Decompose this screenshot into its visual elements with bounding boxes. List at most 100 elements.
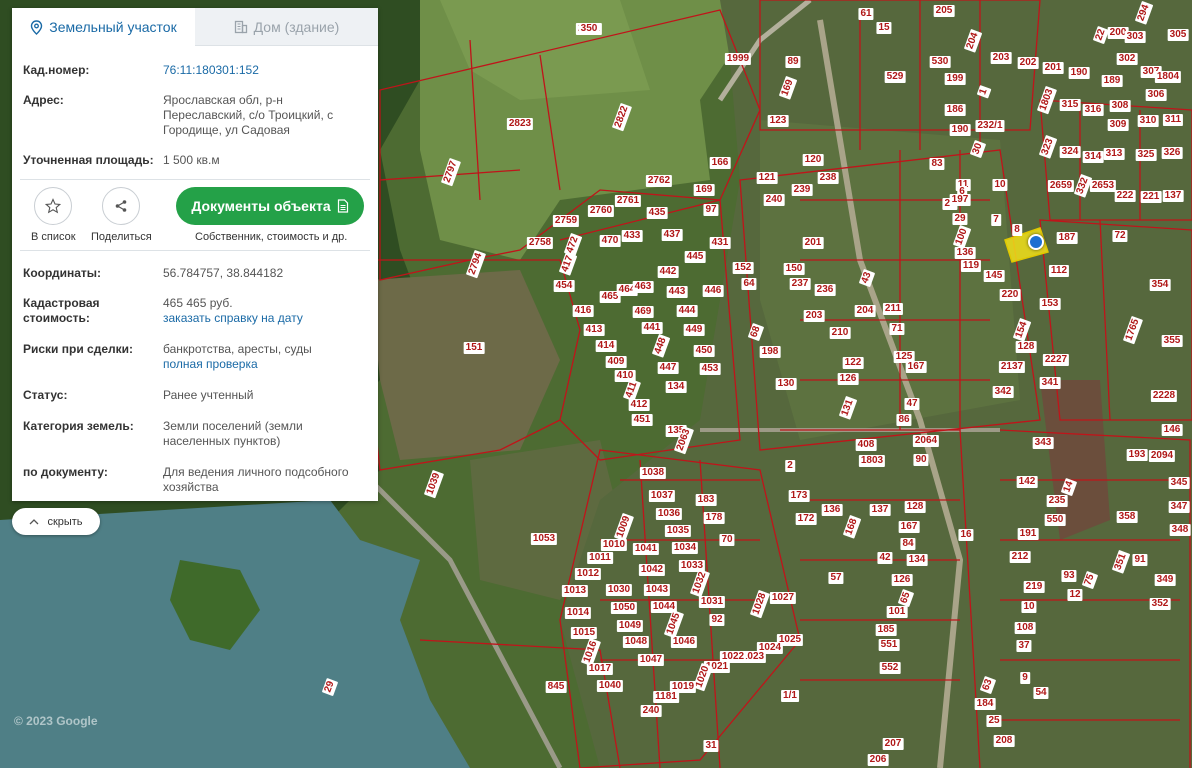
parcel-number-label[interactable]: 1041 <box>632 543 660 555</box>
parcel-number-label[interactable]: 130 <box>775 378 797 390</box>
parcel-number-label[interactable]: 433 <box>621 230 643 242</box>
parcel-number-label[interactable]: 445 <box>684 251 706 263</box>
parcel-number-label[interactable]: 47 <box>904 398 920 410</box>
parcel-number-label[interactable]: 303 <box>1124 31 1146 43</box>
parcel-number-label[interactable]: 173 <box>788 490 810 502</box>
parcel-number-label[interactable]: 350 <box>578 23 600 35</box>
parcel-number-label[interactable]: 1803 <box>858 455 886 467</box>
parcel-number-label[interactable]: 207 <box>882 738 904 750</box>
object-documents-button[interactable]: Документы объекта <box>176 187 364 225</box>
parcel-number-label[interactable]: 447 <box>657 362 679 374</box>
parcel-number-label[interactable]: 2228 <box>1150 390 1178 402</box>
parcel-number-label[interactable]: 137 <box>1162 190 1184 202</box>
parcel-number-label[interactable]: 128 <box>904 501 926 513</box>
parcel-number-label[interactable]: 91 <box>1132 554 1148 566</box>
parcel-number-label[interactable]: 463 <box>632 281 654 293</box>
parcel-number-label[interactable]: 325 <box>1135 149 1157 161</box>
parcel-number-label[interactable]: 550 <box>1044 514 1066 526</box>
parcel-number-label[interactable]: 97 <box>703 204 719 216</box>
parcel-number-label[interactable]: 134 <box>906 554 928 566</box>
share-button[interactable] <box>102 187 140 225</box>
parcel-number-label[interactable]: 354 <box>1149 279 1171 291</box>
parcel-number-label[interactable]: 1037 <box>648 490 676 502</box>
parcel-number-label[interactable]: 1030 <box>605 584 633 596</box>
parcel-number-label[interactable]: 240 <box>763 194 785 206</box>
parcel-number-label[interactable]: 1034 <box>671 542 699 554</box>
parcel-number-label[interactable]: 183 <box>695 494 717 506</box>
parcel-number-label[interactable]: 219 <box>1023 581 1045 593</box>
parcel-number-label[interactable]: 1043 <box>643 584 671 596</box>
parcel-number-label[interactable]: 358 <box>1116 511 1138 523</box>
parcel-number-label[interactable]: 37 <box>1016 640 1032 652</box>
parcel-number-label[interactable]: 240 <box>640 705 662 717</box>
parcel-number-label[interactable]: 845 <box>545 681 567 693</box>
parcel-number-label[interactable]: 1040 <box>596 680 624 692</box>
parcel-number-label[interactable]: 199 <box>944 73 966 85</box>
parcel-number-label[interactable]: 126 <box>891 574 913 586</box>
parcel-number-label[interactable]: 1042 <box>638 564 666 576</box>
parcel-number-label[interactable]: 57 <box>828 572 844 584</box>
parcel-number-label[interactable]: 451 <box>631 414 653 426</box>
parcel-number-label[interactable]: 137 <box>869 504 891 516</box>
parcel-number-label[interactable]: 414 <box>595 340 617 352</box>
parcel-number-label[interactable]: 437 <box>661 229 683 241</box>
parcel-number-label[interactable]: 29 <box>952 213 968 225</box>
parcel-number-label[interactable]: 237 <box>789 278 811 290</box>
parcel-number-label[interactable]: 1015 <box>570 627 598 639</box>
parcel-number-label[interactable]: 305 <box>1167 29 1189 41</box>
parcel-number-label[interactable]: 454 <box>553 280 575 292</box>
parcel-number-label[interactable]: 352 <box>1149 598 1171 610</box>
parcel-number-label[interactable]: 2094 <box>1148 450 1176 462</box>
parcel-number-label[interactable]: 64 <box>741 278 757 290</box>
parcel-number-label[interactable]: 2 <box>785 460 795 472</box>
parcel-number-label[interactable]: 311 <box>1162 114 1184 126</box>
parcel-number-label[interactable]: 453 <box>699 363 721 375</box>
parcel-number-label[interactable]: 347 <box>1168 501 1190 513</box>
parcel-number-label[interactable]: 2760 <box>587 205 615 217</box>
parcel-number-label[interactable]: 136 <box>821 504 843 516</box>
parcel-number-label[interactable]: 1017 <box>586 663 614 675</box>
parcel-number-label[interactable]: 416 <box>572 305 594 317</box>
parcel-number-label[interactable]: 308 <box>1109 100 1131 112</box>
add-to-list-button[interactable] <box>34 187 72 225</box>
parcel-number-label[interactable]: 2653 <box>1089 180 1117 192</box>
parcel-number-label[interactable]: 189 <box>1101 75 1123 87</box>
parcel-number-label[interactable]: 313 <box>1103 148 1125 160</box>
selected-parcel-marker[interactable] <box>1028 234 1044 250</box>
parcel-number-label[interactable]: 145 <box>983 270 1005 282</box>
parcel-number-label[interactable]: 2759 <box>552 215 580 227</box>
cadastral-number-link[interactable]: 76:11:180301:152 <box>163 63 259 77</box>
parcel-number-label[interactable]: 2064 <box>912 435 940 447</box>
parcel-number-label[interactable]: 441 <box>641 322 663 334</box>
parcel-number-label[interactable]: 201 <box>1042 62 1064 74</box>
parcel-number-label[interactable]: 9 <box>1020 672 1030 684</box>
parcel-number-label[interactable]: 443 <box>666 286 688 298</box>
parcel-number-label[interactable]: 146 <box>1161 424 1183 436</box>
parcel-number-label[interactable]: 2659 <box>1047 180 1075 192</box>
parcel-number-label[interactable]: 208 <box>993 735 1015 747</box>
parcel-number-label[interactable]: 121 <box>756 172 778 184</box>
parcel-number-label[interactable]: 238 <box>817 172 839 184</box>
parcel-number-label[interactable]: 435 <box>646 207 668 219</box>
parcel-number-label[interactable]: 232/1 <box>975 120 1005 132</box>
parcel-number-label[interactable]: 302 <box>1116 53 1138 65</box>
parcel-number-label[interactable]: 1050 <box>610 602 638 614</box>
parcel-number-label[interactable]: 1049 <box>616 620 644 632</box>
parcel-number-label[interactable]: 210 <box>829 327 851 339</box>
parcel-number-label[interactable]: 222 <box>1114 190 1136 202</box>
parcel-number-label[interactable]: 442 <box>657 266 679 278</box>
parcel-number-label[interactable]: 551 <box>878 639 900 651</box>
parcel-number-label[interactable]: 221 <box>1140 191 1162 203</box>
parcel-number-label[interactable]: 167 <box>898 521 920 533</box>
parcel-number-label[interactable]: 310 <box>1137 115 1159 127</box>
parcel-number-label[interactable]: 190 <box>949 124 971 136</box>
parcel-number-label[interactable]: 12 <box>1067 589 1083 601</box>
parcel-number-label[interactable]: 190 <box>1068 67 1090 79</box>
parcel-number-label[interactable]: 326 <box>1161 147 1183 159</box>
parcel-number-label[interactable]: 1999 <box>724 53 752 65</box>
parcel-number-label[interactable]: 1036 <box>655 508 683 520</box>
order-certificate-link[interactable]: заказать справку на дату <box>163 311 303 325</box>
parcel-number-label[interactable]: 89 <box>785 56 801 68</box>
parcel-number-label[interactable]: 309 <box>1107 119 1129 131</box>
parcel-number-label[interactable]: 172 <box>795 513 817 525</box>
